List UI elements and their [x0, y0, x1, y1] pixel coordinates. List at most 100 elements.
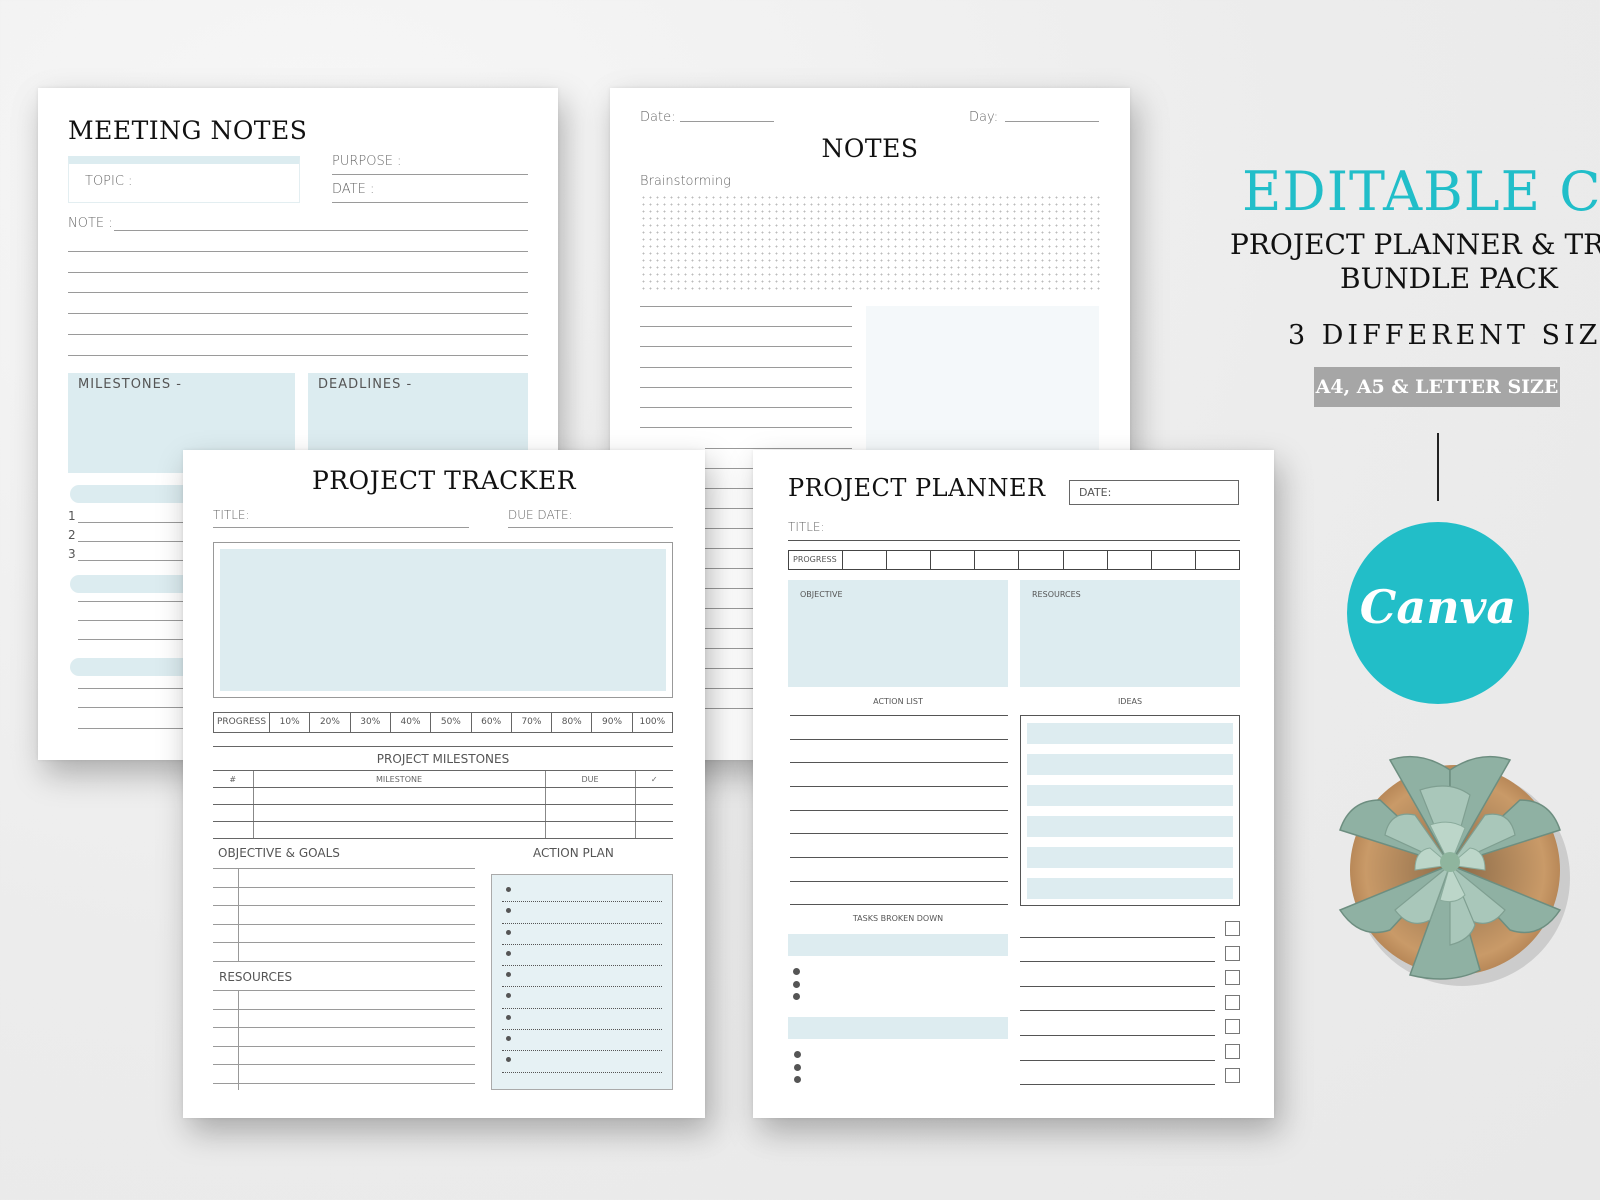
progress-cell[interactable]: 20%: [309, 713, 349, 732]
date-line[interactable]: [680, 121, 774, 122]
notes-line[interactable]: [640, 367, 852, 368]
action-line[interactable]: [790, 833, 1008, 834]
progress-cell[interactable]: 60%: [470, 713, 511, 732]
note-line[interactable]: [114, 230, 528, 231]
resources-line[interactable]: [213, 1083, 475, 1084]
action-plan-item[interactable]: [502, 1030, 662, 1052]
progress-cell[interactable]: 80%: [551, 713, 591, 732]
action-line[interactable]: [790, 810, 1008, 811]
title-line[interactable]: [213, 527, 469, 528]
table-row[interactable]: [213, 804, 673, 822]
task-line[interactable]: [1020, 961, 1215, 962]
task-checkbox[interactable]: [1225, 921, 1240, 936]
idea-slot[interactable]: [1027, 754, 1233, 775]
action-plan-item[interactable]: [502, 987, 662, 1009]
day-line[interactable]: [1005, 121, 1099, 122]
notes-line[interactable]: [705, 448, 852, 449]
objective-box[interactable]: OBJECTIVE: [788, 580, 1008, 687]
progress-cell[interactable]: 50%: [430, 713, 470, 732]
note-line[interactable]: [68, 355, 528, 356]
notes-line[interactable]: [640, 427, 852, 428]
task-header-slot[interactable]: [788, 1017, 1008, 1039]
title-line[interactable]: [788, 540, 1240, 541]
action-line[interactable]: [790, 904, 1008, 905]
progress-cell[interactable]: 30%: [349, 713, 390, 732]
idea-slot[interactable]: [1027, 723, 1233, 744]
notes-line[interactable]: [640, 326, 852, 327]
note-line[interactable]: [68, 313, 528, 314]
action-plan-item[interactable]: [502, 945, 662, 967]
objective-line[interactable]: [213, 905, 475, 906]
dot-grid-area[interactable]: [640, 194, 1100, 292]
objective-line[interactable]: [213, 924, 475, 925]
progress-cell[interactable]: [1062, 551, 1107, 569]
action-line[interactable]: [790, 857, 1008, 858]
progress-cell[interactable]: [1018, 551, 1062, 569]
progress-cell[interactable]: 70%: [510, 713, 551, 732]
progress-cell[interactable]: 40%: [389, 713, 430, 732]
resources-line[interactable]: [213, 1064, 475, 1065]
table-row[interactable]: [213, 821, 673, 839]
resources-line[interactable]: [213, 990, 475, 991]
task-line[interactable]: [1020, 1084, 1215, 1085]
objective-line[interactable]: [213, 887, 475, 888]
action-plan-item[interactable]: [502, 924, 662, 945]
progress-cell[interactable]: [1150, 551, 1195, 569]
note-line[interactable]: [68, 251, 528, 252]
progress-cell[interactable]: [974, 551, 1018, 569]
task-checkbox[interactable]: [1225, 1019, 1240, 1034]
topic-field[interactable]: TOPIC :: [68, 156, 300, 203]
progress-cell[interactable]: [1194, 551, 1239, 569]
date-line[interactable]: [332, 202, 528, 203]
task-checkbox[interactable]: [1225, 970, 1240, 985]
table-row[interactable]: [213, 787, 673, 805]
task-line[interactable]: [1020, 1060, 1215, 1061]
progress-cell[interactable]: 100%: [631, 713, 672, 732]
action-line[interactable]: [790, 715, 1008, 716]
resources-line[interactable]: [213, 1027, 475, 1028]
task-line[interactable]: [1020, 1010, 1215, 1011]
idea-slot[interactable]: [1027, 878, 1233, 899]
project-overview-box[interactable]: [213, 542, 673, 698]
progress-cell[interactable]: [930, 551, 974, 569]
note-line[interactable]: [68, 334, 528, 335]
progress-cell[interactable]: [1106, 551, 1151, 569]
idea-slot[interactable]: [1027, 847, 1233, 868]
task-header-slot[interactable]: [788, 934, 1008, 956]
action-plan-item[interactable]: [502, 902, 662, 924]
action-line[interactable]: [790, 881, 1008, 882]
action-plan-item[interactable]: [502, 966, 662, 988]
objective-line[interactable]: [213, 961, 475, 962]
resources-box[interactable]: RESOURCES: [1020, 580, 1240, 687]
note-line[interactable]: [68, 272, 528, 273]
task-line[interactable]: [1020, 937, 1215, 938]
task-checkbox[interactable]: [1225, 1068, 1240, 1083]
task-checkbox[interactable]: [1225, 1044, 1240, 1059]
progress-cell[interactable]: [841, 551, 886, 569]
action-line[interactable]: [790, 739, 1008, 740]
resources-line[interactable]: [213, 1046, 475, 1047]
purpose-line[interactable]: [332, 174, 528, 175]
notes-line[interactable]: [640, 346, 852, 347]
task-line[interactable]: [1020, 986, 1215, 987]
task-checkbox[interactable]: [1225, 946, 1240, 961]
task-line[interactable]: [1020, 1035, 1215, 1036]
progress-cell[interactable]: [886, 551, 930, 569]
due-date-line[interactable]: [508, 527, 673, 528]
progress-cell[interactable]: 90%: [591, 713, 631, 732]
action-plan-item[interactable]: [502, 881, 662, 903]
note-line[interactable]: [68, 292, 528, 293]
notes-line[interactable]: [640, 407, 852, 408]
idea-slot[interactable]: [1027, 816, 1233, 837]
action-plan-item[interactable]: [502, 1009, 662, 1031]
notes-line[interactable]: [640, 387, 852, 388]
objective-line[interactable]: [213, 868, 475, 869]
task-checkbox[interactable]: [1225, 995, 1240, 1010]
idea-slot[interactable]: [1027, 785, 1233, 806]
objective-line[interactable]: [213, 942, 475, 943]
resources-line[interactable]: [213, 1009, 475, 1010]
action-line[interactable]: [790, 762, 1008, 763]
notes-line[interactable]: [640, 306, 852, 307]
progress-cell[interactable]: 10%: [269, 713, 309, 732]
date-field[interactable]: DATE:: [1069, 480, 1239, 505]
